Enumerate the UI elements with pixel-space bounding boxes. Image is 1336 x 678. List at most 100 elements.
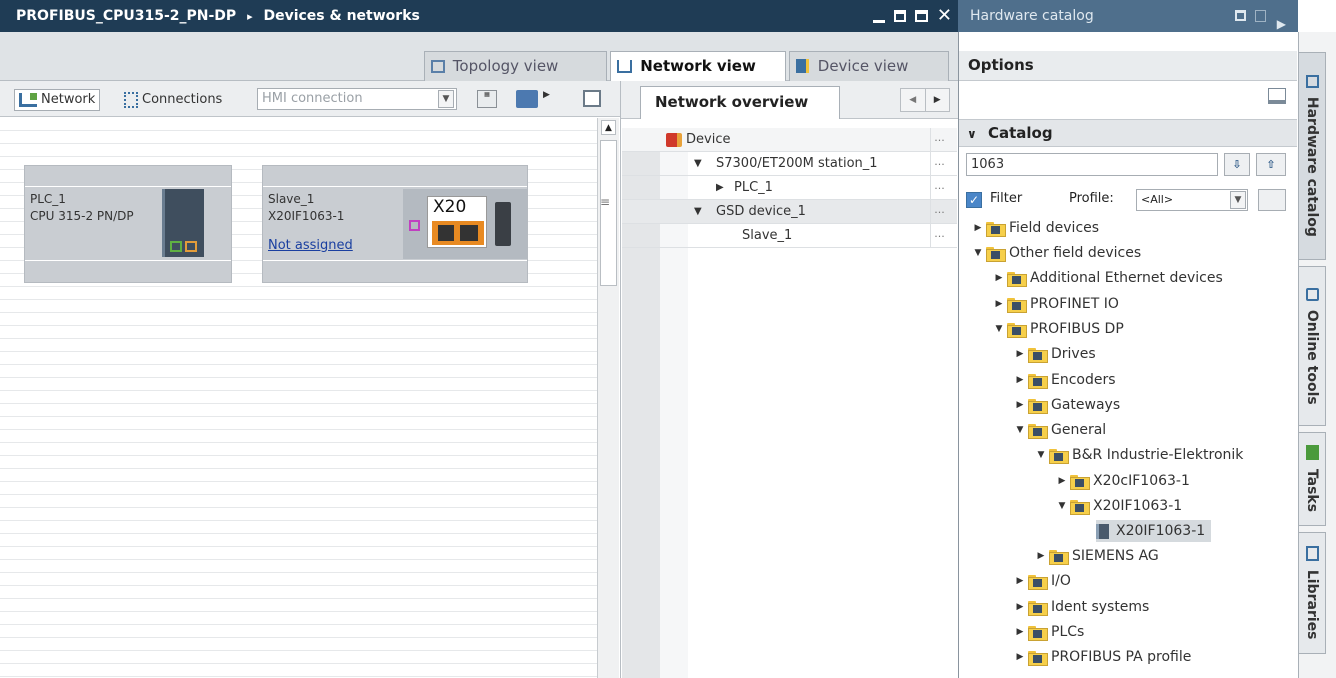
tree-item-x20if1063-device[interactable]: X20IF1063-1 [1096,520,1212,542]
tab-network-overview[interactable]: Network overview [640,86,840,119]
expander-icon[interactable]: ▶ [1015,621,1025,643]
tree-item-profibus-dp[interactable]: ▼ PROFIBUS DP [994,318,1124,340]
connection-type-value: HMI connection [262,91,363,106]
expander-icon[interactable]: ▶ [973,217,983,239]
plc-dots-button[interactable]: ... [930,176,948,200]
tree-item-ident-systems[interactable]: ▶ Ident systems [1015,596,1149,618]
expander-icon[interactable]: ▶ [994,267,1004,289]
side-tab-online-tools[interactable]: Online tools [1298,266,1326,426]
gsd-expander-icon[interactable]: ▼ [694,200,702,224]
search-down-button[interactable]: ⇩ [1224,153,1250,176]
station-dots-button[interactable]: ... [930,152,948,176]
close-icon[interactable]: ✕ [937,0,952,32]
tree-item-label: I/O [1051,573,1071,589]
dp-interface-icon[interactable] [409,220,420,231]
scroll-left-icon[interactable]: ◀ [901,89,926,111]
catalog-search-input[interactable]: 1063 [966,153,1218,176]
expander-icon[interactable]: ▶ [1015,646,1025,668]
profile-label: Profile: [1069,191,1114,206]
expander-icon[interactable]: ▶ [1015,596,1025,618]
profile-select-value: <All> [1141,193,1174,206]
tree-item-other-field-devices[interactable]: ▼ Other field devices [973,242,1141,264]
catalog-search-value: 1063 [971,157,1005,172]
overview-row-gsd[interactable]: ▼ GSD device_1 [622,200,957,224]
tree-item-general[interactable]: ▼ General [1015,419,1106,441]
expander-icon[interactable]: ▼ [1057,495,1067,517]
slave-dots-button[interactable]: ... [930,224,948,248]
scroll-right-icon[interactable]: ▶ [926,89,950,111]
connections-button[interactable]: Connections [124,89,222,111]
filter-checkbox[interactable]: ✓ [966,192,982,208]
device-name-icon[interactable]: ▦ [477,90,497,108]
overview-row-plc[interactable]: ▶ PLC_1 [622,176,957,200]
expander-icon[interactable]: ▶ [1015,394,1025,416]
tree-item-profibus-pa[interactable]: ▶ PROFIBUS PA profile [1015,646,1191,668]
tree-item-additional-ethernet[interactable]: ▶ Additional Ethernet devices [994,267,1223,289]
gsd-dots-button[interactable]: ... [930,200,948,224]
profile-settings-icon[interactable] [1258,189,1286,211]
expander-icon[interactable]: ▶ [994,293,1004,315]
overview-tab-nav[interactable]: ◀ ▶ [900,88,950,112]
overview-header-device: Device [686,132,731,147]
catalog-section-header[interactable]: ∨ Catalog [959,119,1297,147]
tree-item-x20if1063-folder[interactable]: ▼ X20IF1063-1 [1057,495,1182,517]
tree-item-field-devices[interactable]: ▶ Field devices [973,217,1099,239]
tab-topology-view[interactable]: Topology view [424,51,607,81]
tree-item-encoders[interactable]: ▶ Encoders [1015,369,1116,391]
tab-network-view[interactable]: Network view [610,51,786,81]
scroll-thumb[interactable] [600,140,617,286]
side-tab-tasks[interactable]: Tasks [1298,432,1326,526]
search-up-button[interactable]: ⇧ [1256,153,1286,176]
expander-icon[interactable]: ▶ [1036,545,1046,567]
options-panel-icon[interactable] [1268,88,1286,104]
expander-icon[interactable]: ▶ [1015,570,1025,592]
catalog-collapse-icon[interactable]: ∨ [967,127,977,141]
maximize-icon[interactable] [914,10,928,22]
tree-item-gateways[interactable]: ▶ Gateways [1015,394,1120,416]
profile-select[interactable]: <All> ▼ [1136,189,1248,211]
panel-float-icon[interactable] [1235,10,1246,21]
connection-type-select[interactable]: HMI connection ▼ [257,88,457,110]
folder-icon [1049,448,1069,464]
header-dots-button[interactable]: ... [930,128,948,152]
tree-item-label: X20cIF1063-1 [1093,473,1190,489]
more-arrow-icon[interactable]: ▶ [543,90,550,100]
overview-row-station[interactable]: ▼ S7300/ET200M station_1 [622,152,957,176]
tree-item-profinet-io[interactable]: ▶ PROFINET IO [994,293,1119,315]
folder-icon [1028,625,1048,641]
slave-label: Slave_1 [742,228,793,243]
side-tab-hardware-catalog[interactable]: Hardware catalog [1298,52,1326,260]
panel-split-icon[interactable] [1255,10,1266,22]
scroll-up-icon[interactable]: ▲ [601,120,616,135]
expander-icon[interactable]: ▶ [1015,343,1025,365]
float-icon[interactable] [893,10,906,22]
tree-item-x20cif1063[interactable]: ▶ X20cIF1063-1 [1057,470,1190,492]
tree-item-drives[interactable]: ▶ Drives [1015,343,1096,365]
tree-item-label: PROFINET IO [1030,296,1119,312]
folder-icon [1028,574,1048,590]
tree-item-br-industrie[interactable]: ▼ B&R Industrie-Elektronik [1036,444,1243,466]
station-expander-icon[interactable]: ▼ [694,152,702,176]
libraries-icon [1305,546,1319,562]
scroll-grip-icon[interactable]: ≡ [600,195,610,209]
minimize-icon[interactable] [872,19,885,23]
tree-item-siemens-ag[interactable]: ▶ SIEMENS AG [1036,545,1159,567]
expander-icon[interactable]: ▶ [1057,470,1067,492]
side-tab-libraries[interactable]: Libraries [1298,532,1326,654]
expander-icon[interactable]: ▼ [994,318,1004,340]
expander-icon[interactable]: ▶ [1015,369,1025,391]
tree-item-plcs[interactable]: ▶ PLCs [1015,621,1084,643]
device-slave-status-link[interactable]: Not assigned [268,238,353,253]
expander-icon[interactable]: ▼ [973,242,983,264]
plc-expander-icon[interactable]: ▶ [716,176,724,200]
expander-icon[interactable]: ▼ [1015,419,1025,441]
device-plc[interactable]: PLC_1 CPU 315-2 PN/DP [24,165,232,283]
overview-row-slave[interactable]: Slave_1 [622,224,957,248]
tab-device-view[interactable]: Device view [789,51,949,81]
network-button[interactable]: Network [14,89,101,111]
expander-icon[interactable]: ▼ [1036,444,1046,466]
address-icon[interactable] [516,90,538,108]
properties-icon[interactable] [583,90,601,107]
tree-item-io[interactable]: ▶ I/O [1015,570,1071,592]
device-slave[interactable]: Slave_1 X20IF1063-1 Not assigned X20 [262,165,528,283]
